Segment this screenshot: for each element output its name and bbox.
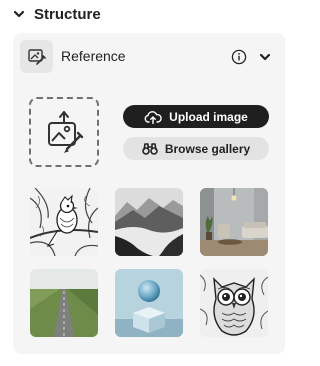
chevron-down-icon[interactable] [12,7,26,21]
upload-image-label: Upload image [169,109,248,124]
upload-image-button[interactable]: Upload image [123,105,269,128]
info-icon[interactable] [231,49,247,65]
browse-gallery-button[interactable]: Browse gallery [123,137,269,160]
section-title: Structure [34,5,101,23]
gallery-thumbnail-runway-field[interactable] [30,269,98,337]
gallery-thumbnail-sphere-on-cube[interactable] [115,269,183,337]
reference-panel: Reference Upload image Browse gallery [13,33,285,354]
cloud-upload-icon [144,110,162,124]
gallery-thumbnail-owl-drawing[interactable] [200,269,268,337]
binoculars-icon [142,143,158,155]
collapse-chevron-icon[interactable] [258,50,272,64]
reference-label: Reference [61,48,126,64]
image-reference-icon [20,40,53,73]
gallery-thumbnail-living-room[interactable] [200,188,268,256]
browse-gallery-label: Browse gallery [164,141,251,156]
image-upload-icon [48,111,84,153]
image-drop-zone[interactable] [29,97,99,167]
gallery-thumbnail-bird-sketch[interactable] [30,188,98,256]
structure-section-header[interactable]: Structure [12,4,101,24]
gallery-thumbnail-misty-lake[interactable] [115,188,183,256]
